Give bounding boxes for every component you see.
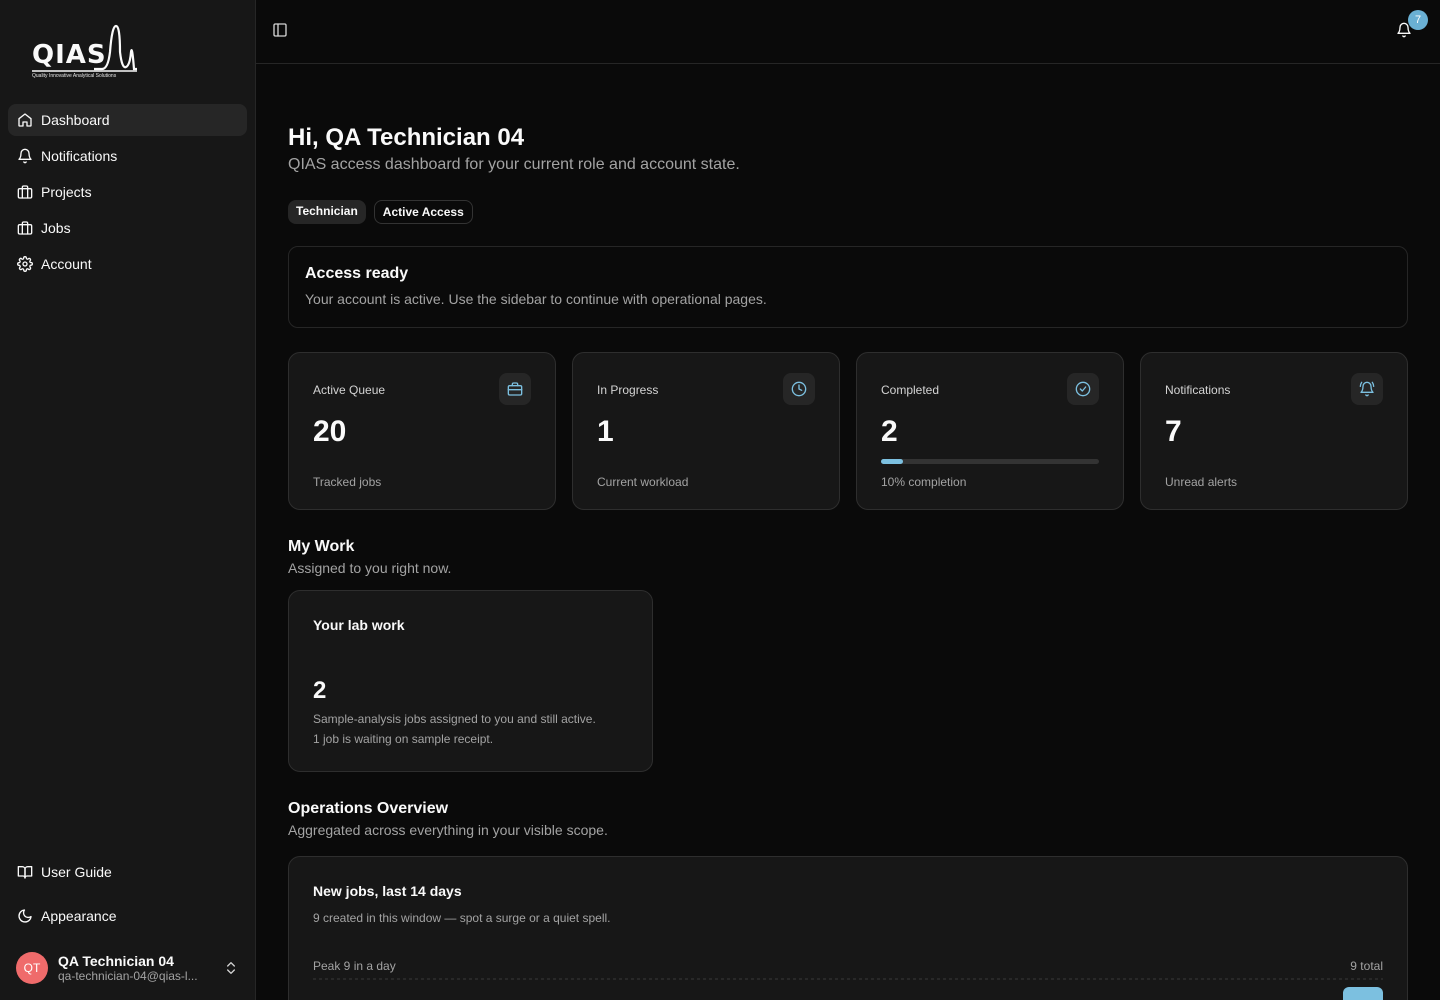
- completion-progress-fill: [881, 459, 903, 464]
- user-name: QA Technician 04: [58, 953, 174, 969]
- chart-subtitle: 9 created in this window — spot a surge …: [313, 911, 611, 925]
- sidebar-toggle-icon[interactable]: [272, 22, 292, 42]
- stat-card-notifications[interactable]: Notifications 7 Unread alerts: [1140, 352, 1408, 510]
- stat-label: Notifications: [1165, 383, 1231, 397]
- sidebar-item-projects[interactable]: Projects: [8, 176, 247, 208]
- notification-count-badge: 7: [1408, 10, 1428, 30]
- bell-ring-icon: [1351, 373, 1383, 405]
- sidebar-footer-nav: User Guide: [8, 856, 247, 892]
- chart-peak-label: Peak 9 in a day: [313, 959, 396, 973]
- stat-label: Completed: [881, 383, 940, 397]
- sidebar-item-user-guide[interactable]: User Guide: [8, 856, 247, 888]
- my-work-title: My Work: [288, 538, 355, 555]
- user-email: qa-technician-04@qias-l...: [58, 969, 198, 983]
- stat-card-active-queue[interactable]: Active Queue 20 Tracked jobs: [288, 352, 556, 510]
- sidebar-item-appearance[interactable]: Appearance: [8, 900, 247, 932]
- stat-sub: Tracked jobs: [313, 475, 382, 489]
- stat-value: 2: [881, 415, 898, 448]
- qias-logo[interactable]: QIAS Quality Innovative Analytical Solut…: [30, 22, 140, 82]
- sidebar-item-jobs[interactable]: Jobs: [8, 212, 247, 244]
- user-info: QA Technician 04 qa-technician-04@qias-l…: [58, 953, 217, 983]
- lab-work-card[interactable]: Your lab work 2 Sample-analysis jobs ass…: [288, 590, 653, 772]
- sidebar-item-label: Projects: [41, 184, 92, 200]
- lab-work-count: 2: [313, 677, 327, 704]
- stat-label: In Progress: [597, 383, 659, 397]
- sidebar-item-notifications[interactable]: Notifications: [8, 140, 247, 172]
- stat-label: Active Queue: [313, 383, 386, 397]
- page-title: Hi, QA Technician 04: [288, 124, 525, 151]
- user-menu[interactable]: QT QA Technician 04 qa-technician-04@qia…: [8, 944, 247, 992]
- stat-cards: Active Queue 20 Tracked jobs In Progress…: [288, 352, 1408, 510]
- topbar: 7: [256, 0, 1440, 64]
- sidebar-item-label: Account: [41, 256, 92, 272]
- briefcase-icon: [17, 220, 33, 236]
- chart-bar-peak: [1343, 987, 1383, 1000]
- completion-progress-bar: [881, 459, 1099, 464]
- my-work-subtitle: Assigned to you right now.: [288, 560, 452, 576]
- lab-work-note: 1 job is waiting on sample receipt.: [313, 732, 494, 746]
- sidebar: QIAS Quality Innovative Analytical Solut…: [0, 0, 256, 1000]
- stat-value: 1: [597, 415, 614, 448]
- book-icon: [17, 864, 33, 880]
- role-badge: Technician: [288, 200, 366, 224]
- chart-title: New jobs, last 14 days: [313, 883, 462, 899]
- briefcase-icon: [17, 184, 33, 200]
- sidebar-item-dashboard[interactable]: Dashboard: [8, 104, 247, 136]
- new-jobs-chart: [313, 978, 1383, 1000]
- new-jobs-chart-card: New jobs, last 14 days 9 created in this…: [288, 856, 1408, 1000]
- operations-subtitle: Aggregated across everything in your vis…: [288, 822, 608, 838]
- sidebar-item-label: User Guide: [41, 864, 112, 880]
- stat-value: 20: [313, 415, 347, 448]
- check-circle-icon: [1067, 373, 1099, 405]
- moon-icon: [17, 908, 33, 924]
- lab-work-title: Your lab work: [313, 617, 405, 633]
- sidebar-item-label: Dashboard: [41, 112, 110, 128]
- sidebar-appearance-wrap: Appearance: [8, 900, 247, 936]
- logo-tagline: Quality Innovative Analytical Solutions: [32, 73, 117, 79]
- page-subtitle: QIAS access dashboard for your current r…: [288, 156, 740, 173]
- stat-value: 7: [1165, 415, 1182, 448]
- access-alert-title: Access ready: [305, 265, 409, 282]
- operations-title: Operations Overview: [288, 800, 449, 817]
- access-alert-text: Your account is active. Use the sidebar …: [305, 291, 767, 307]
- chart-total-label: 9 total: [1350, 959, 1383, 973]
- sidebar-nav: Dashboard Notifications Projects Jobs Ac…: [8, 104, 247, 284]
- logo-wordmark: QIAS: [32, 40, 107, 70]
- sidebar-item-label: Appearance: [41, 908, 117, 924]
- stat-card-in-progress[interactable]: In Progress 1 Current workload: [572, 352, 840, 510]
- role-badges: Technician Active Access: [288, 200, 473, 224]
- sidebar-item-account[interactable]: Account: [8, 248, 247, 280]
- stat-sub: Unread alerts: [1165, 475, 1238, 489]
- access-alert: Access ready Your account is active. Use…: [288, 246, 1408, 328]
- stat-card-completed[interactable]: Completed 2 10% completion: [856, 352, 1124, 510]
- access-badge: Active Access: [373, 200, 473, 224]
- bell-icon: [17, 148, 33, 164]
- briefcase-icon: [499, 373, 531, 405]
- clock-icon: [783, 373, 815, 405]
- stat-sub: 10% completion: [881, 475, 967, 489]
- stat-sub: Current workload: [597, 475, 689, 489]
- gear-icon: [17, 256, 33, 272]
- home-icon: [17, 112, 33, 128]
- sidebar-item-label: Jobs: [41, 220, 71, 236]
- avatar: QT: [16, 952, 48, 984]
- lab-work-description: Sample-analysis jobs assigned to you and…: [313, 712, 596, 726]
- sidebar-item-label: Notifications: [41, 148, 118, 164]
- chevrons-up-down-icon: [223, 960, 239, 976]
